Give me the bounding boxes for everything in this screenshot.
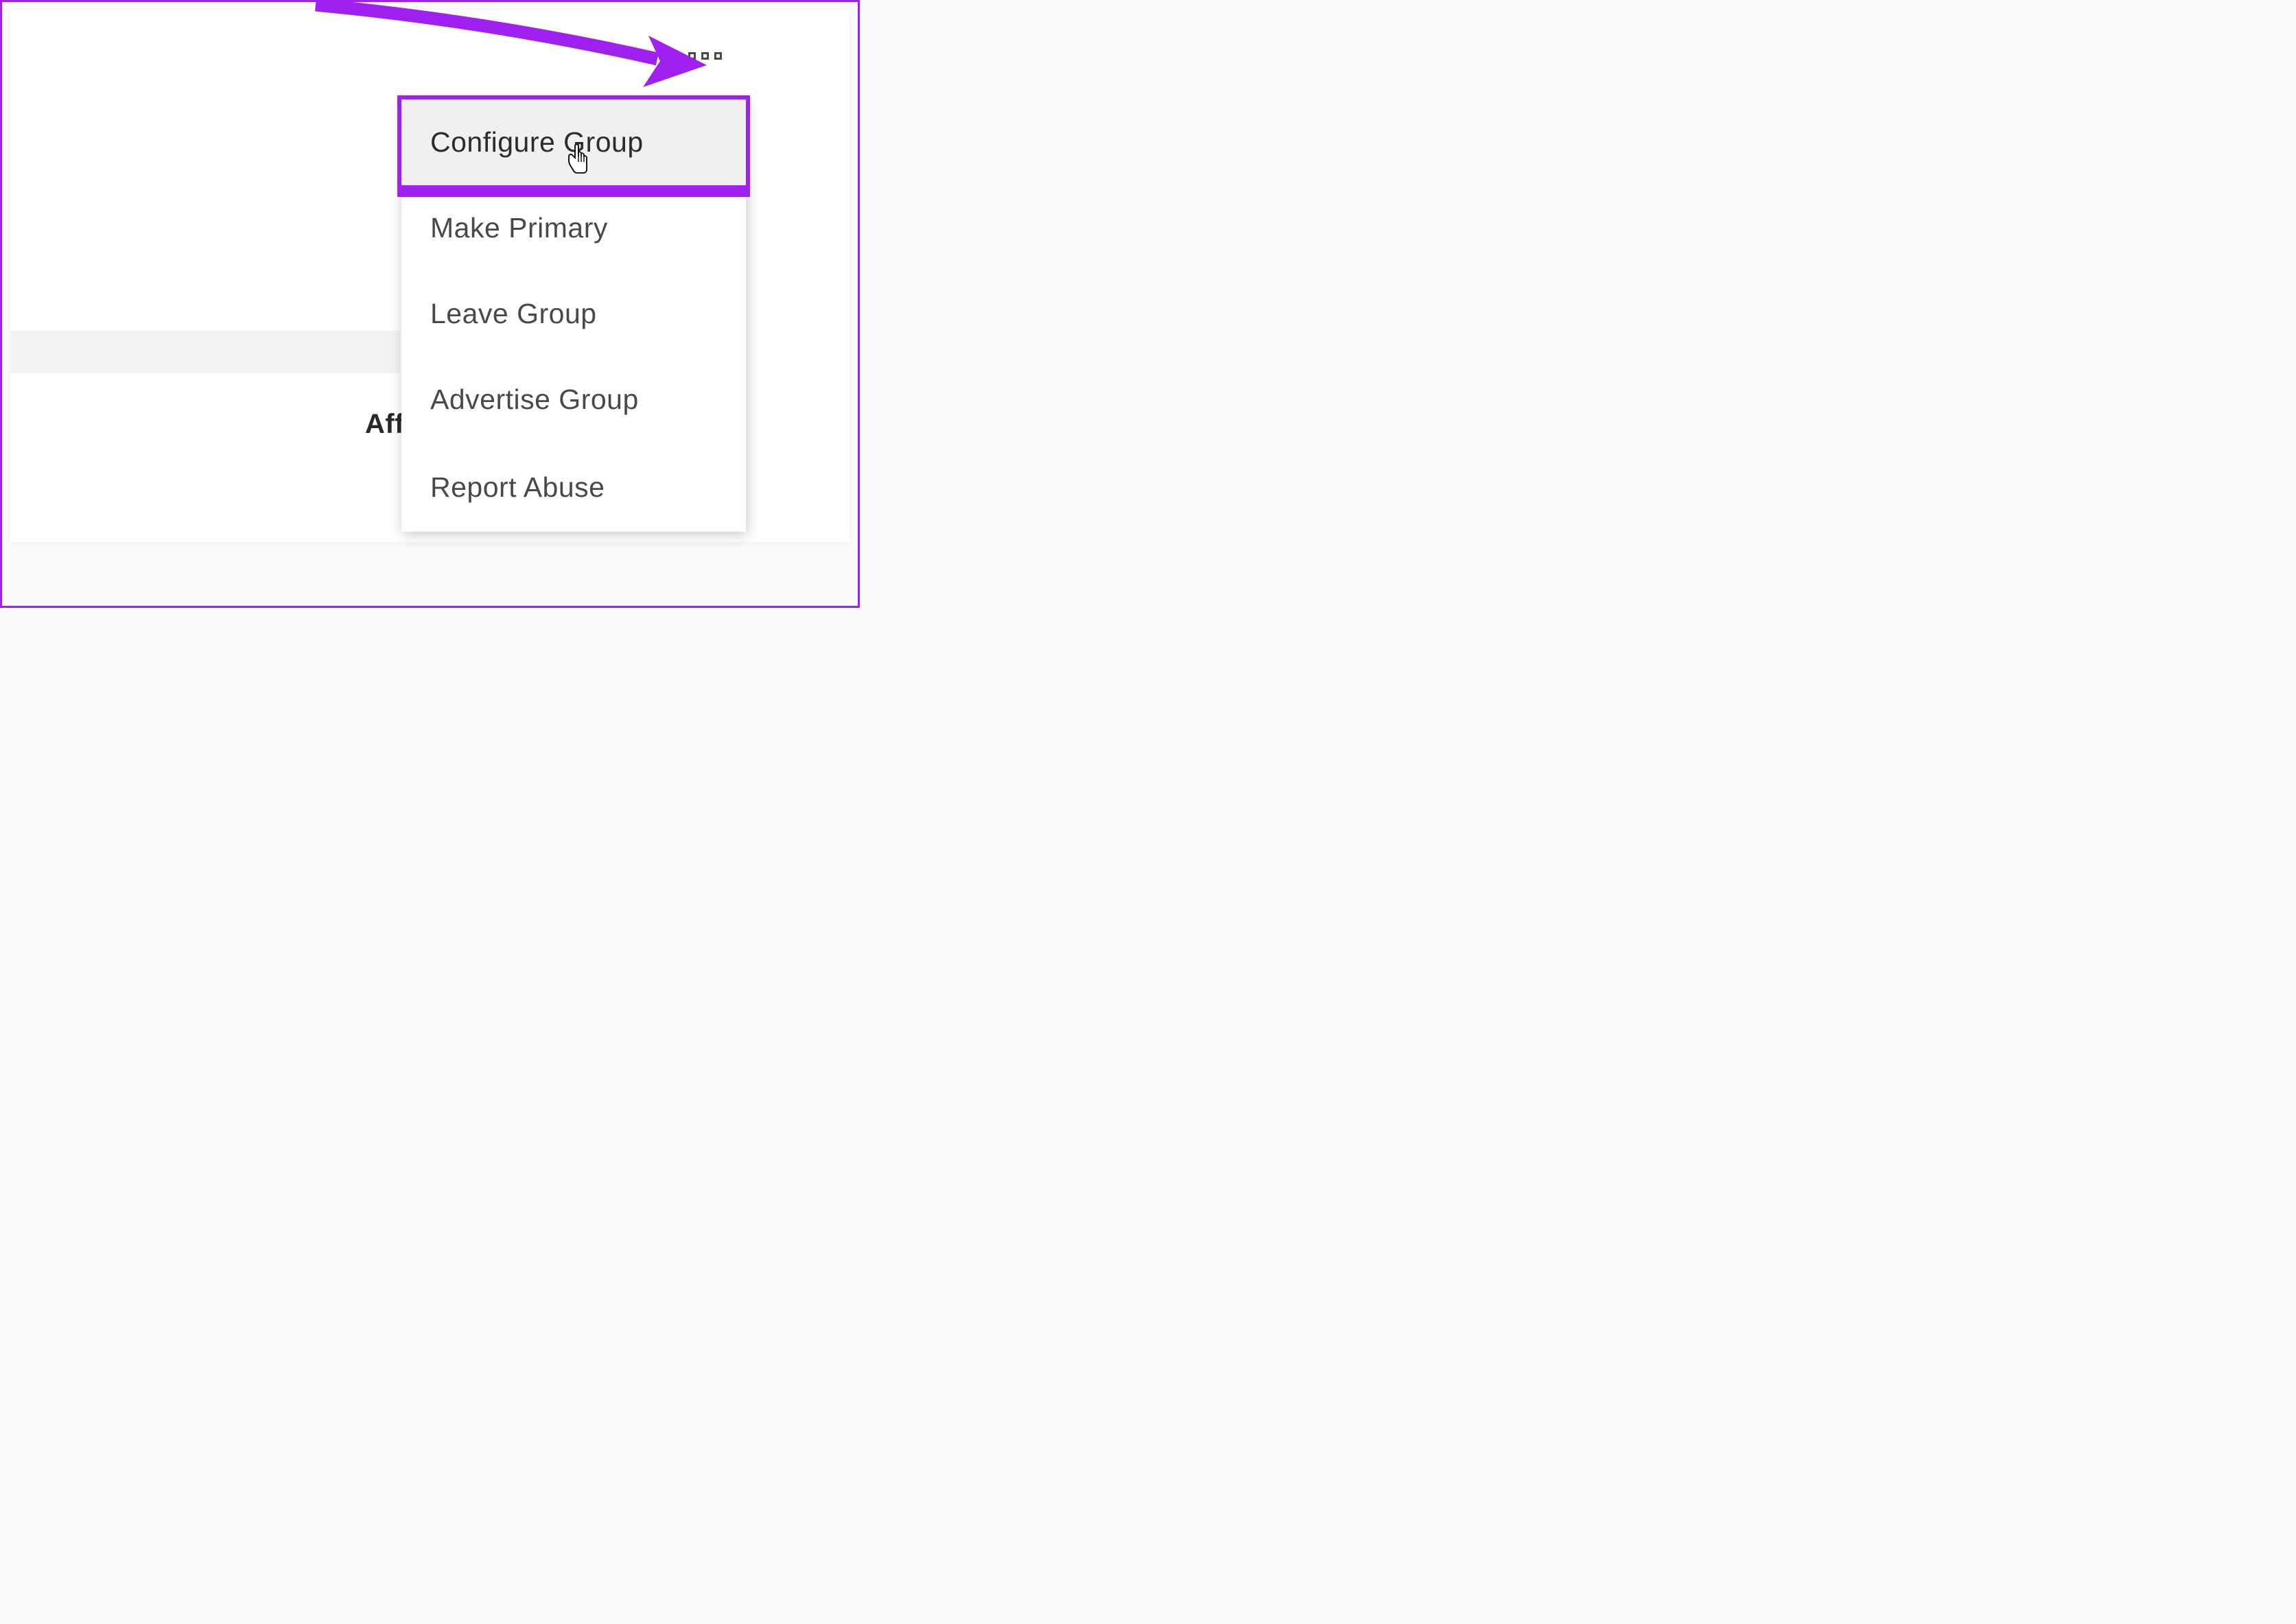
dropdown-item-label: Report Abuse bbox=[430, 471, 605, 504]
dropdown-item-label: Make Primary bbox=[430, 212, 608, 244]
ellipsis-icon bbox=[714, 52, 722, 60]
separator-band bbox=[10, 331, 400, 373]
dropdown-item-report-abuse[interactable]: Report Abuse bbox=[401, 443, 746, 532]
more-options-button[interactable] bbox=[688, 52, 722, 60]
dropdown-item-label: Leave Group bbox=[430, 298, 597, 330]
dropdown-item-configure-group[interactable]: Configure Group bbox=[401, 99, 746, 185]
dropdown-item-label: Advertise Group bbox=[430, 384, 639, 416]
dropdown-item-leave-group[interactable]: Leave Group bbox=[401, 271, 746, 357]
dropdown-item-advertise-group[interactable]: Advertise Group bbox=[401, 357, 746, 443]
ellipsis-icon bbox=[688, 52, 696, 60]
dropdown-item-make-primary[interactable]: Make Primary bbox=[401, 185, 746, 271]
dropdown-item-label: Configure Group bbox=[430, 126, 644, 158]
ellipsis-icon bbox=[701, 52, 709, 60]
more-options-dropdown: Configure Group Make Primary Leave Group… bbox=[401, 99, 746, 532]
